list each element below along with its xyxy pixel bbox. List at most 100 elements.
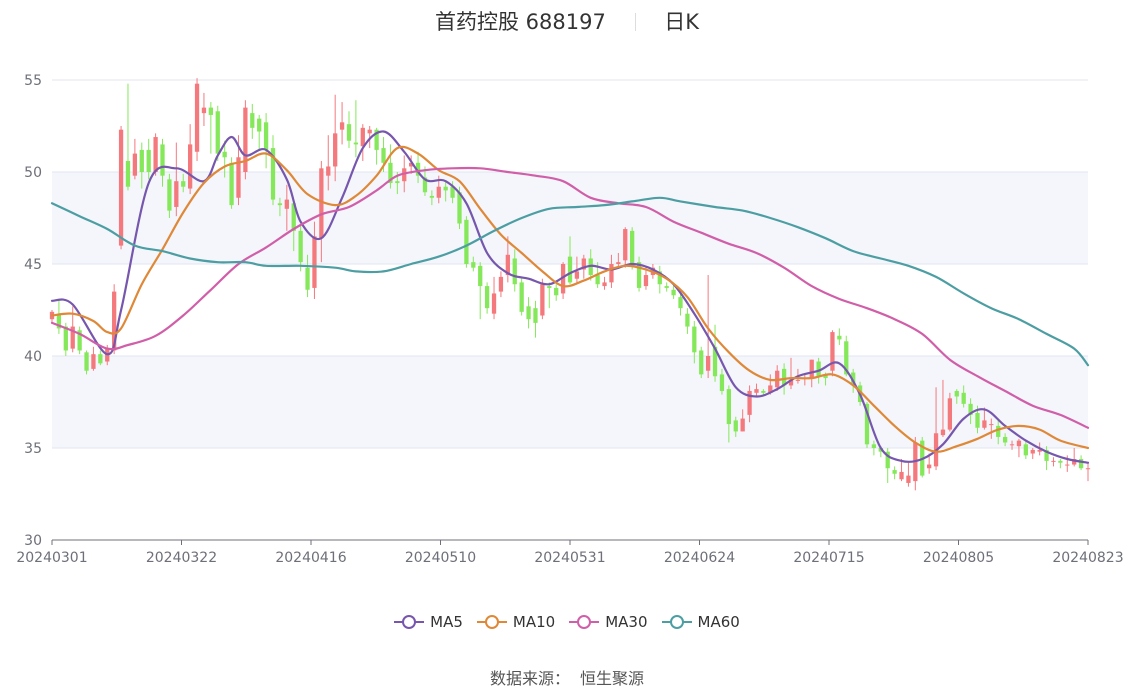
candle: [1030, 448, 1035, 460]
candle: [560, 262, 566, 299]
candle-body: [664, 286, 669, 288]
candle: [906, 462, 911, 487]
candle-body: [740, 418, 745, 432]
candle: [56, 300, 62, 334]
candle-body: [257, 118, 262, 132]
candle: [263, 113, 269, 169]
candle: [346, 111, 352, 149]
candle-body: [595, 275, 600, 285]
candle: [1051, 457, 1056, 467]
candle-body: [630, 230, 635, 266]
candle: [1072, 448, 1077, 467]
candle-body: [353, 142, 359, 145]
candle: [491, 276, 497, 320]
y-tick-label: 50: [24, 165, 42, 181]
x-tick-label: 20240416: [275, 550, 346, 566]
candle-body: [263, 122, 269, 150]
candle-body: [305, 267, 310, 290]
legend-swatch-icon: [476, 615, 507, 629]
candle: [250, 103, 255, 139]
x-tick-label: 20240322: [146, 550, 217, 566]
candle: [837, 328, 842, 345]
candle-body: [181, 181, 186, 187]
candle-body: [899, 471, 904, 480]
candle: [77, 326, 82, 355]
candle-body: [623, 229, 628, 261]
candle-body: [754, 389, 759, 393]
candle-body: [1002, 436, 1008, 443]
candle-body: [996, 425, 1001, 437]
candle-body: [837, 335, 842, 340]
chart-legend: MA5 MA10 MA30 MA60: [0, 613, 1134, 633]
candle-body: [339, 122, 345, 130]
candle-body: [927, 464, 932, 469]
candle-body: [616, 262, 621, 264]
candle-body: [125, 160, 131, 187]
candle-body: [491, 293, 497, 314]
candle: [554, 284, 559, 301]
candle-body: [526, 306, 531, 320]
candle: [498, 271, 504, 298]
candle-body: [954, 390, 959, 397]
candle: [98, 350, 103, 366]
candle-body: [961, 392, 966, 404]
candle-body: [395, 181, 400, 184]
candle-body: [160, 144, 165, 176]
candle-body: [174, 181, 179, 207]
candle-body: [975, 413, 980, 428]
candle-body: [726, 389, 731, 425]
candle-body: [940, 429, 946, 436]
candle-body: [229, 162, 234, 206]
candle-body: [705, 356, 711, 371]
candle-body: [1065, 464, 1070, 466]
candle: [132, 138, 138, 180]
candle-body: [574, 271, 580, 279]
legend-item-ma60[interactable]: MA60: [661, 613, 740, 631]
source-label: 数据来源：: [489, 669, 570, 688]
candle: [333, 94, 338, 182]
candle-body: [63, 326, 68, 351]
candle-body: [167, 179, 172, 211]
data-source: 数据来源： 恒生聚源: [0, 665, 1134, 689]
y-tick-label: 45: [24, 257, 42, 273]
candle-body: [118, 129, 124, 246]
y-tick-label: 40: [24, 349, 42, 365]
candle: [201, 92, 207, 126]
candle: [1044, 446, 1049, 471]
legend-swatch-icon: [394, 615, 425, 629]
candle: [125, 83, 131, 191]
candle: [243, 100, 248, 180]
candle: [1085, 462, 1091, 482]
candle-body: [360, 127, 365, 147]
candle-body: [478, 265, 483, 287]
candle: [526, 297, 531, 329]
candle-body: [685, 313, 690, 327]
candle: [533, 300, 538, 338]
legend-swatch-icon: [661, 615, 692, 629]
x-tick-label: 20240715: [793, 550, 864, 566]
candle-body: [250, 113, 255, 128]
legend-item-ma10[interactable]: MA10: [476, 613, 555, 631]
candle-body: [906, 475, 911, 483]
candle: [547, 282, 552, 309]
candle-body: [761, 390, 766, 393]
candle: [360, 124, 365, 161]
legend-item-ma30[interactable]: MA30: [569, 613, 648, 631]
candle: [830, 330, 835, 377]
candle: [187, 124, 193, 195]
candle: [947, 392, 953, 432]
candle-body: [1009, 444, 1015, 446]
kline-chart: 30 35 40 45 50 55 20240301 20240322 20240416 2024…: [16, 73, 1123, 566]
candle: [339, 102, 345, 145]
candle: [685, 308, 690, 334]
candle-body: [208, 107, 213, 115]
candle-body: [519, 282, 524, 312]
legend-item-ma5[interactable]: MA5: [394, 613, 463, 631]
candle-body: [498, 276, 504, 292]
candle: [464, 216, 469, 268]
candle-body: [201, 107, 207, 114]
candle-body: [436, 186, 441, 198]
candle-body: [533, 308, 538, 323]
candle-body: [733, 420, 738, 432]
candle-body: [132, 153, 138, 176]
